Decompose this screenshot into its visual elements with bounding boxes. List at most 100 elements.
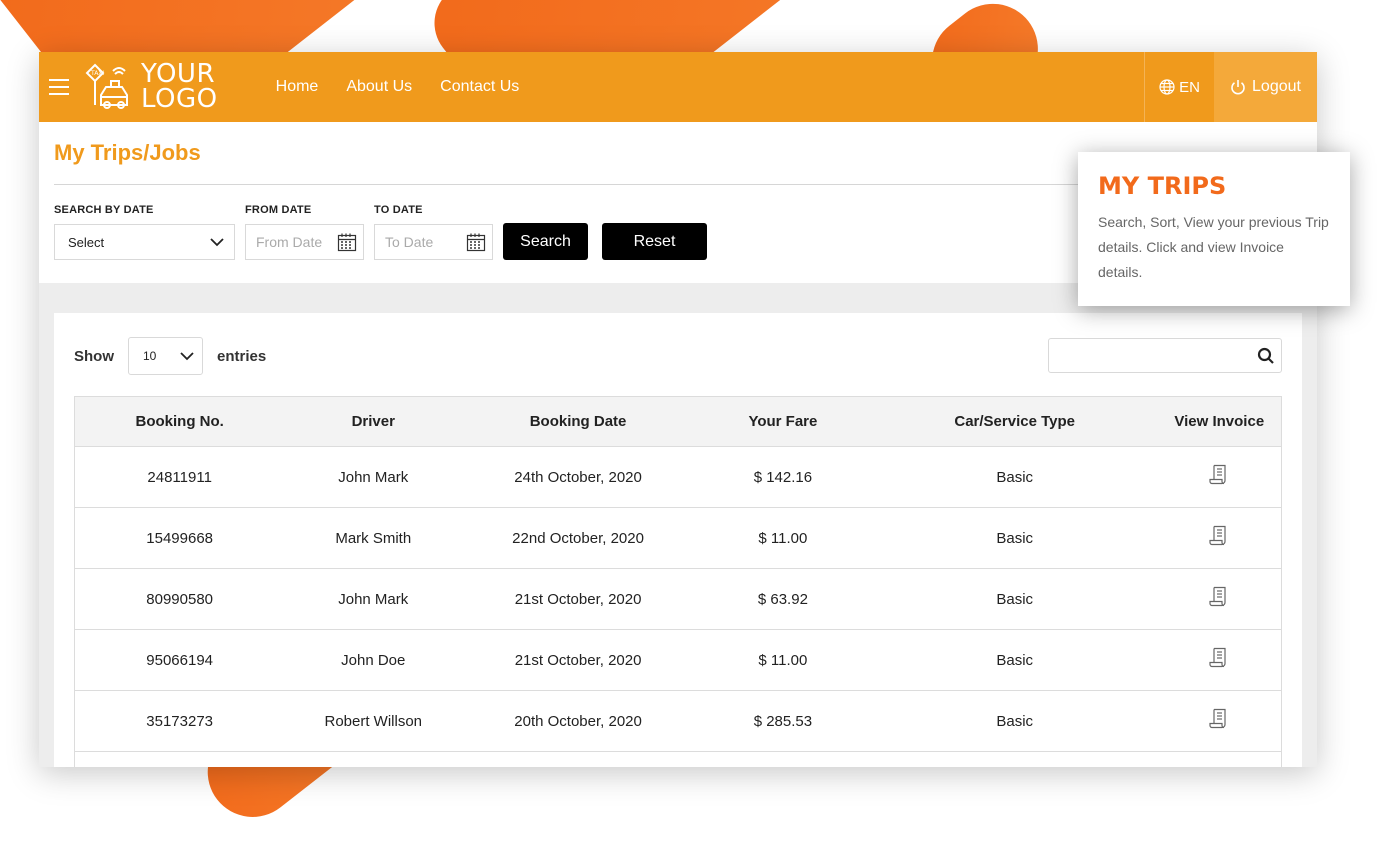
booking-no-cell: 15499668 [74,507,285,569]
search-by-date-select[interactable]: Select [54,224,235,260]
show-entries: Show 10 entries [74,337,266,375]
show-label: Show [74,347,114,365]
logo[interactable]: TAXI YOUR LOGO [83,52,218,122]
partial-row-cell [74,751,1282,767]
column-header-service-type[interactable]: Car/Service Type [871,396,1158,447]
logo-text: YOUR LOGO [141,61,218,114]
booking-date-cell: 20th October, 2020 [462,690,694,752]
globe-icon [1159,79,1175,95]
booking-date-cell: 21st October, 2020 [462,629,694,691]
service-type-cell: Basic [871,568,1158,630]
fare-cell: $ 285.53 [693,690,872,752]
driver-cell: Robert Willson [284,690,463,752]
driver-cell: John Mark [284,568,463,630]
hamburger-icon[interactable] [39,52,79,122]
logo-line-2: LOGO [141,84,218,114]
booking-no-cell: 95066194 [74,629,285,691]
entries-label: entries [217,347,267,365]
table-search-input[interactable] [1048,338,1282,373]
service-type-cell: Basic [871,690,1158,752]
tooltip-title: MY TRIPS [1098,172,1227,200]
table-row: 24811911 John Mark 24th October, 2020 $ … [74,446,1282,508]
from-date-input[interactable]: From Date [245,224,364,260]
entries-select[interactable]: 10 [128,337,203,375]
booking-date-cell: 22nd October, 2020 [462,507,694,569]
table-row: 80990580 John Mark 21st October, 2020 $ … [74,568,1282,630]
from-date-label: FROM DATE [245,204,312,216]
driver-cell: Mark Smith [284,507,463,569]
service-type-cell: Basic [871,507,1158,569]
search-by-date-value: Select [68,234,105,250]
search-by-date-group: SEARCH BY DATE Select [54,204,235,260]
logout-label: Logout [1252,78,1301,95]
fare-cell: $ 11.00 [693,629,872,691]
to-date-input[interactable]: To Date [374,224,493,260]
calendar-icon[interactable] [337,232,357,252]
invoice-cell [1157,507,1282,569]
column-header-booking-date[interactable]: Booking Date [462,396,694,447]
table-row: 15499668 Mark Smith 22nd October, 2020 $… [74,507,1282,569]
topbar-right: EN Logout [1144,52,1317,122]
invoice-cell [1157,629,1282,691]
booking-date-cell: 24th October, 2020 [462,446,694,508]
trips-table-card: Show 10 entries Booking No. Driver Booki… [54,313,1302,767]
fare-cell: $ 142.16 [693,446,872,508]
search-button[interactable]: Search [503,223,588,260]
calendar-icon[interactable] [466,232,486,252]
booking-no-cell: 24811911 [74,446,285,508]
table-row: 35173273 Robert Willson 20th October, 20… [74,690,1282,752]
from-date-group: FROM DATE From Date [245,204,364,260]
date-filters: SEARCH BY DATE Select FROM DATE From Dat… [54,204,721,260]
trips-table: Booking No. Driver Booking Date Your Far… [74,396,1282,767]
svg-text:TAXI: TAXI [90,70,104,77]
stage: TAXI YOUR LOGO Home About Us Contact Us … [0,0,1388,856]
entries-value: 10 [143,349,157,363]
invoice-icon[interactable] [1209,586,1229,608]
to-date-group: TO DATE To Date [374,204,493,260]
invoice-cell [1157,568,1282,630]
column-header-booking-no[interactable]: Booking No. [74,396,285,447]
chevron-down-icon [210,238,224,247]
from-date-placeholder: From Date [256,234,323,250]
reset-button[interactable]: Reset [602,223,707,260]
table-header-row: Booking No. Driver Booking Date Your Far… [74,396,1282,447]
to-date-label: TO DATE [374,204,423,216]
service-type-cell: Basic [871,629,1158,691]
invoice-cell [1157,690,1282,752]
nav-home[interactable]: Home [276,78,319,96]
divider [54,184,1134,185]
invoice-icon[interactable] [1209,464,1229,486]
driver-cell: John Mark [284,446,463,508]
driver-cell: John Doe [284,629,463,691]
fare-cell: $ 11.00 [693,507,872,569]
booking-no-cell: 80990580 [74,568,285,630]
booking-no-cell: 35173273 [74,690,285,752]
to-date-placeholder: To Date [385,234,434,250]
column-header-view-invoice: View Invoice [1157,396,1282,447]
search-icon[interactable] [1257,347,1275,365]
language-selector[interactable]: EN [1144,52,1214,122]
column-header-your-fare[interactable]: Your Fare [693,396,872,447]
taxi-icon: TAXI [85,63,128,109]
booking-date-cell: 21st October, 2020 [462,568,694,630]
nav-about-us[interactable]: About Us [346,78,412,96]
page-title: My Trips/Jobs [54,140,201,165]
service-type-cell: Basic [871,446,1158,508]
invoice-icon[interactable] [1209,708,1229,730]
nav-contact-us[interactable]: Contact Us [440,78,519,96]
table-row: 95066194 John Doe 21st October, 2020 $ 1… [74,629,1282,691]
invoice-icon[interactable] [1209,647,1229,669]
power-icon [1231,80,1245,95]
search-by-date-label: SEARCH BY DATE [54,204,154,216]
column-header-driver[interactable]: Driver [284,396,463,447]
top-navbar: TAXI YOUR LOGO Home About Us Contact Us … [39,52,1317,122]
logout-button[interactable]: Logout [1214,52,1317,122]
chevron-down-icon [180,352,194,361]
table-row-partial [74,751,1282,767]
invoice-icon[interactable] [1209,525,1229,547]
fare-cell: $ 63.92 [693,568,872,630]
tooltip-text: Search, Sort, View your previous Trip de… [1098,214,1329,280]
language-label: EN [1179,78,1200,96]
invoice-cell [1157,446,1282,508]
my-trips-tooltip-card: MY TRIPS Search, Sort, View your previou… [1078,152,1350,306]
